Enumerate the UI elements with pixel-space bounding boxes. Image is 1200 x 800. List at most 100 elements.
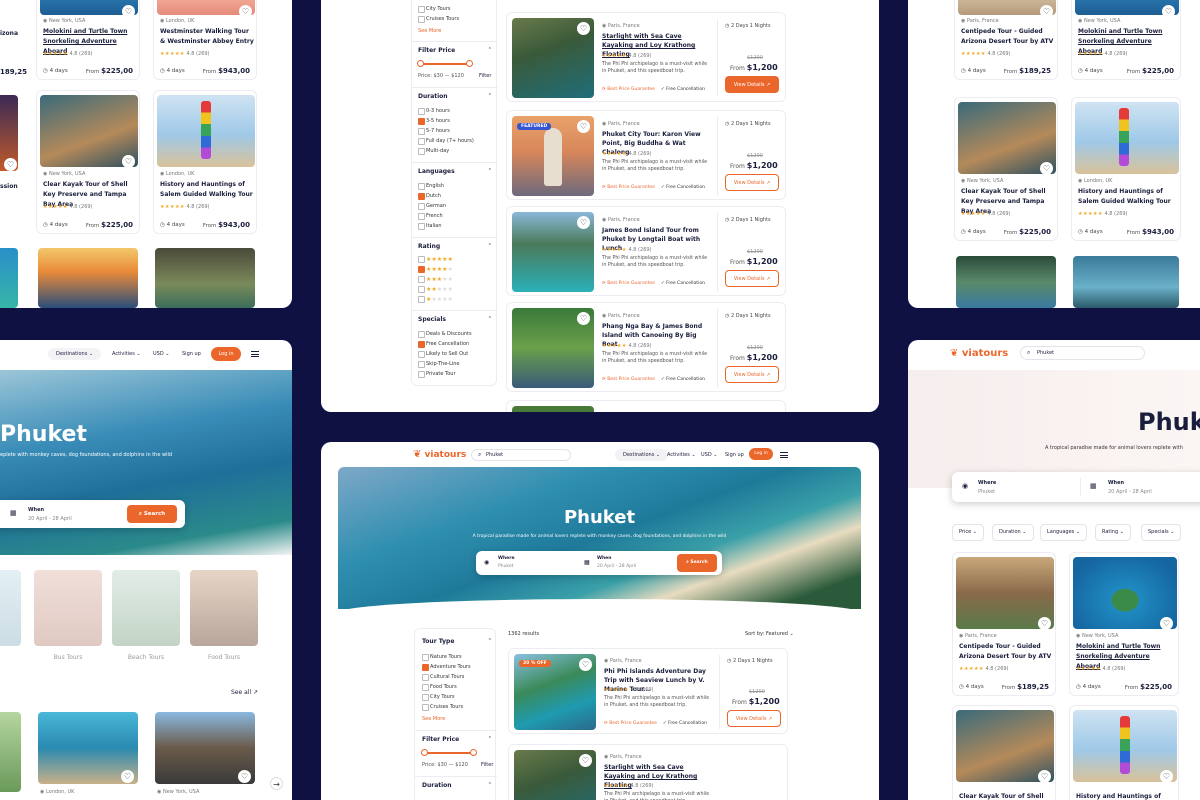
heart-icon[interactable]: ♡	[4, 158, 17, 171]
filter-checkbox[interactable]: 5-7 hours	[418, 128, 450, 135]
heart-icon[interactable]: ♡	[577, 312, 590, 325]
view-details-button[interactable]: View Details ↗	[725, 76, 779, 93]
login-button[interactable]: Log in	[749, 448, 773, 460]
filter-chip-languages[interactable]: Languages ⌄	[1040, 524, 1088, 541]
search-button[interactable]: ⌕ Search	[677, 554, 717, 572]
destinations-dropdown[interactable]: Destinations ⌄	[615, 449, 669, 461]
filter-checkbox[interactable]: French	[418, 213, 443, 220]
tour-card[interactable]: ♡ ◉ New York, USA Molokini and Turtle To…	[36, 0, 140, 80]
slider-handle[interactable]	[470, 749, 477, 756]
search-input[interactable]: ⌕ Phuket	[471, 449, 571, 461]
filter-checkbox[interactable]: German	[418, 203, 446, 210]
filter-chip-specials[interactable]: Specials ⌄	[1141, 524, 1182, 541]
duration-heading[interactable]: Duration ⌃	[422, 782, 492, 789]
tour-card[interactable]: ♡ ◉ New York, USA Molokini and Turtle To…	[1069, 552, 1179, 696]
tour-title[interactable]: Centipede Tour - Guided Arizona Desert T…	[959, 642, 1053, 662]
tour-card[interactable]: ♡ ◉ London, UK Westminster Walking Tour …	[153, 0, 257, 80]
duration-heading[interactable]: Duration ⌃	[418, 93, 492, 100]
destinations-dropdown[interactable]: Destinations ⌄	[48, 348, 102, 360]
filter-chip-price[interactable]: Price ⌄	[952, 524, 984, 541]
category-label[interactable]: Beach Tours	[112, 654, 180, 661]
search-bar[interactable]: ▦ When 20 April - 28 April ⌕ Search	[0, 500, 185, 528]
languages-heading[interactable]: Languages ⌃	[418, 168, 492, 175]
search-button[interactable]: ⌕ Search	[127, 505, 177, 523]
tour-title[interactable]: History and Hauntings of Salem Guided Wa…	[1078, 187, 1178, 207]
tour-card[interactable]: ◉ London, UK History and Hauntings of Sa…	[1071, 97, 1181, 241]
tour-list-card[interactable]: 20 % OFF ♡ ◉ Paris, France Phi Phi Islan…	[508, 648, 788, 734]
tour-list-card[interactable]: ♡ ◉ Paris, France Phang Nga Bay & James …	[506, 302, 786, 392]
tour-title[interactable]: Westminster Walking Tour & Westminster A…	[160, 27, 254, 47]
price-slider-track[interactable]	[424, 752, 474, 754]
tour-card[interactable]: ♡ ◉ Paris, France Centipede Tour - Guide…	[952, 552, 1056, 696]
heart-icon[interactable]: ♡	[238, 770, 251, 783]
see-more-link[interactable]: See More	[418, 28, 441, 34]
rating-2-checkbox[interactable]: ★★★★★	[418, 286, 453, 293]
tour-card[interactable]: ♡ ◉ Paris, France Centipede Tour - Guide…	[954, 0, 1058, 80]
where-value[interactable]: Phuket	[978, 489, 995, 495]
filter-checkbox[interactable]: Italian	[418, 223, 442, 230]
rating-5-checkbox[interactable]: ★★★★★	[418, 256, 453, 263]
rating-4-checkbox[interactable]: ★★★★★	[418, 266, 453, 273]
activities-dropdown[interactable]: Activities ⌄	[667, 452, 696, 458]
search-bar[interactable]: ◉ Where Phuket ▦ When 20 April - 28 Apri…	[952, 472, 1200, 502]
see-more-link[interactable]: See More	[422, 716, 445, 722]
filter-checkbox[interactable]: Multi-day	[418, 148, 449, 155]
tour-list-card[interactable]	[506, 400, 786, 412]
search-bar[interactable]: ◉ Where Phuket ▦ When 20 April - 28 Apri…	[476, 551, 722, 575]
heart-icon[interactable]: ♡	[1040, 5, 1053, 18]
view-details-button[interactable]: View Details ↗	[725, 270, 779, 287]
menu-icon[interactable]	[780, 452, 788, 458]
heart-icon[interactable]: ♡	[122, 5, 135, 18]
sort-dropdown[interactable]: Sort by: Featured ⌄	[745, 631, 794, 637]
filter-checkbox[interactable]: Adventure Tours	[422, 664, 471, 671]
tour-title[interactable]: History and Hauntings of Salem Guided Wa…	[160, 180, 254, 200]
filter-checkbox[interactable]: City Tours	[422, 694, 454, 701]
heart-icon[interactable]: ♡	[577, 120, 590, 133]
tour-list-card[interactable]: ♡ ◉ Paris, France Starlight with Sea Cav…	[506, 12, 786, 102]
signup-link[interactable]: Sign up	[725, 452, 744, 458]
tour-card[interactable]: ♡ ◉ New York, USA Clear Kayak Tour of Sh…	[36, 90, 140, 234]
rating-heading[interactable]: Rating ⌃	[418, 243, 492, 250]
where-value[interactable]: Phuket	[498, 564, 513, 569]
tour-list-card[interactable]: ♡ ◉ Paris, France James Bond Island Tour…	[506, 206, 786, 296]
filter-checkbox[interactable]: Cultural Tours	[422, 674, 464, 681]
filter-price-heading[interactable]: Filter Price ⌃	[418, 47, 492, 54]
menu-icon[interactable]	[251, 351, 259, 357]
heart-icon[interactable]: ♡	[1040, 162, 1053, 175]
signup-link[interactable]: Sign up	[182, 351, 201, 357]
heart-icon[interactable]: ♡	[579, 658, 592, 671]
when-value[interactable]: 20 April - 28 April	[597, 564, 636, 569]
category-label[interactable]: Bus Tours	[34, 654, 102, 661]
filter-checkbox[interactable]: Full day (7+ hours)	[418, 138, 474, 145]
heart-icon[interactable]: ♡	[1038, 770, 1051, 783]
tour-title[interactable]: Clear Kayak Tour of Shell Key Preserve a…	[959, 792, 1053, 800]
tour-card[interactable]: ◉ London, UK History and Hauntings of Sa…	[153, 90, 257, 234]
slider-handle[interactable]	[417, 60, 424, 67]
filter-checkbox[interactable]: English	[418, 183, 444, 190]
filter-checkbox[interactable]: 0-3 hours	[418, 108, 450, 115]
filter-checkbox[interactable]: Nature Tours	[422, 654, 462, 661]
rating-1-checkbox[interactable]: ★★★★★	[418, 296, 453, 303]
filter-checkbox[interactable]: Food Tours	[422, 684, 457, 691]
heart-icon[interactable]: ♡	[121, 770, 134, 783]
filter-chip-rating[interactable]: Rating ⌄	[1095, 524, 1131, 541]
filter-checkbox[interactable]: Skip-The-Line	[418, 361, 460, 368]
filter-price-heading[interactable]: Filter Price ⌃	[422, 736, 492, 743]
filter-checkbox[interactable]: Dutch	[418, 193, 441, 200]
currency-dropdown[interactable]: USD ⌄	[701, 452, 717, 458]
filter-checkbox[interactable]: Private Tour	[418, 371, 456, 378]
tour-title[interactable]: History and Hauntings of Salem Guided Wa…	[1076, 792, 1176, 800]
filter-checkbox[interactable]: Likely to Sell Out	[418, 351, 468, 358]
arrow-right-icon[interactable]: →	[270, 777, 283, 790]
when-value[interactable]: 20 April - 28 April	[1108, 489, 1152, 495]
filter-checkbox[interactable]: Free Cancellation	[418, 341, 469, 348]
brand-logo[interactable]: ❦ viatours	[950, 348, 1008, 359]
filter-checkbox[interactable]: Cruises Tours	[418, 16, 459, 23]
view-details-button[interactable]: View Details ↗	[725, 174, 779, 191]
filter-chip-duration[interactable]: Duration ⌄	[992, 524, 1034, 541]
tour-type-heading[interactable]: Tour Type ⌃	[422, 638, 492, 645]
filter-button[interactable]: Filter	[479, 73, 491, 79]
tour-card[interactable]: ♡ Clear Kayak Tour of Shell Key Preserve…	[952, 705, 1056, 800]
currency-dropdown[interactable]: USD ⌄	[153, 351, 169, 357]
tour-card[interactable]: ♡ ◉ New York, USA Clear Kayak Tour of Sh…	[954, 97, 1058, 241]
